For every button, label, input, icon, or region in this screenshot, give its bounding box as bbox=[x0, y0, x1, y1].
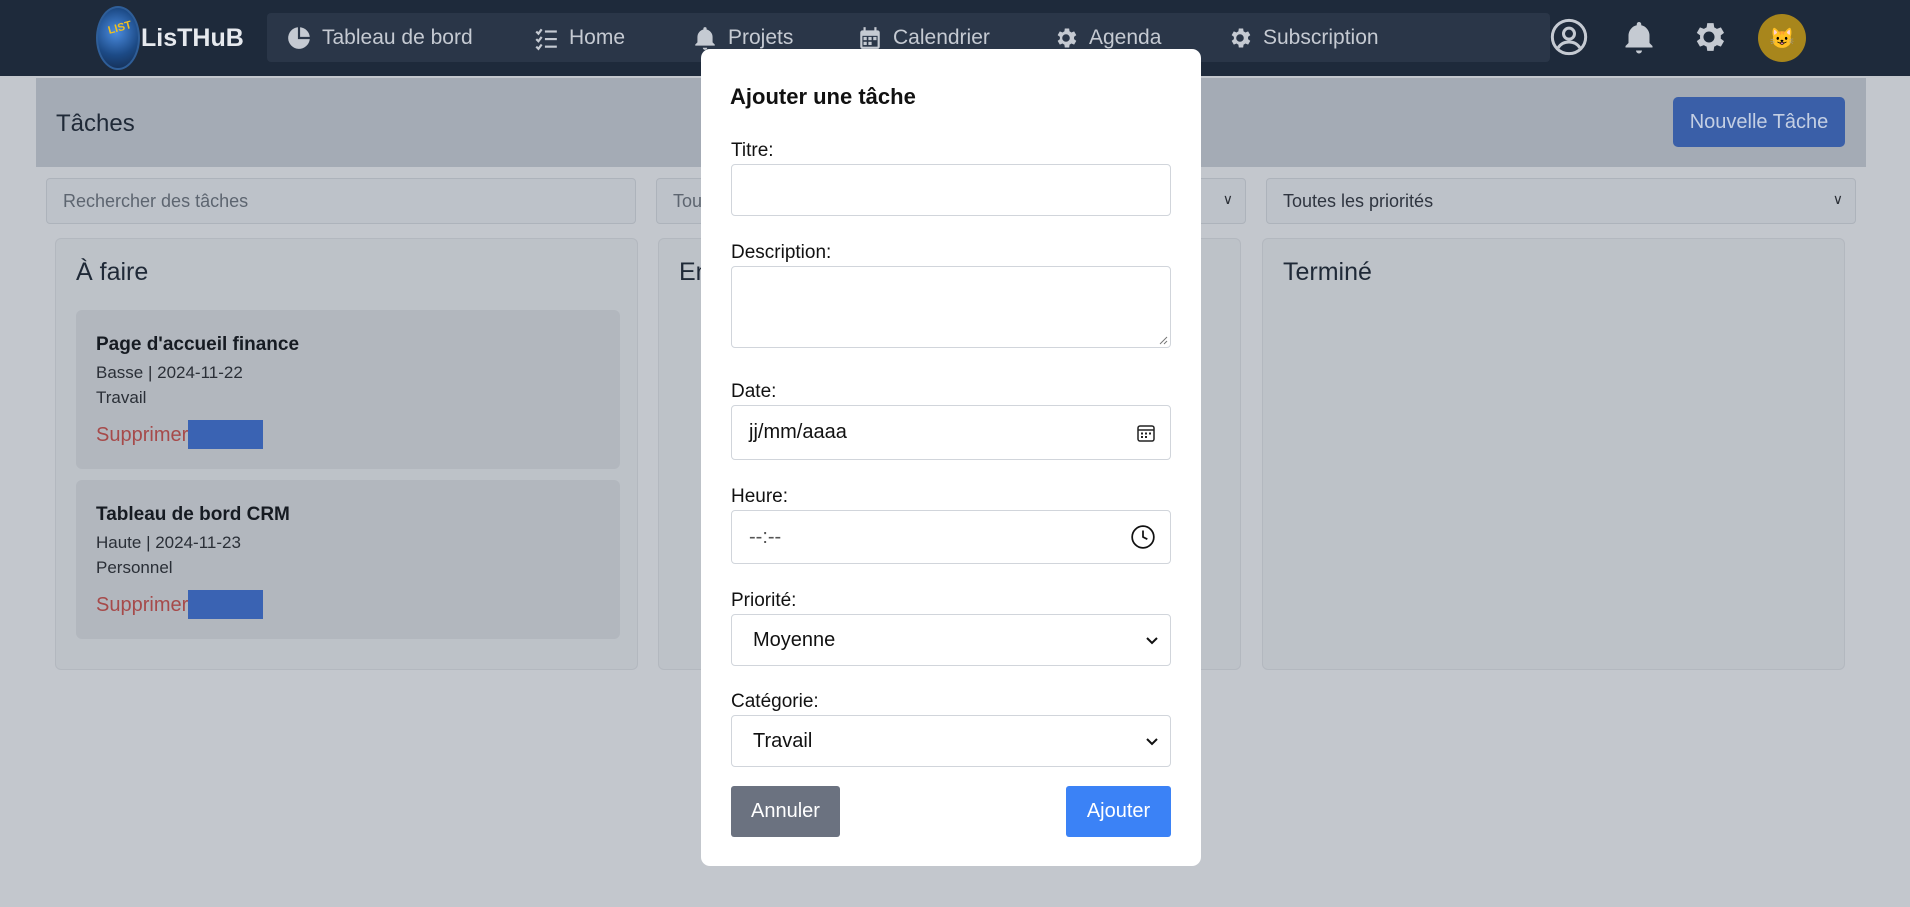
brand-name[interactable]: LisTHuB bbox=[141, 24, 244, 53]
edit-task-button[interactable] bbox=[188, 420, 263, 449]
title-input[interactable] bbox=[731, 164, 1171, 216]
user-circle-icon bbox=[1550, 18, 1588, 56]
avatar[interactable]: 😺 bbox=[1758, 14, 1806, 62]
priority-filter-value: Toutes les priorités bbox=[1283, 190, 1434, 211]
category-value: Travail bbox=[753, 729, 813, 752]
nav-item-label: Tableau de bord bbox=[322, 25, 473, 49]
logo[interactable]: LIST bbox=[96, 6, 140, 70]
page-title: Tâches bbox=[56, 110, 135, 137]
date-input[interactable]: jj/mm/aaaa bbox=[731, 405, 1171, 460]
clock-icon[interactable] bbox=[1130, 524, 1156, 550]
category-select[interactable]: Travail bbox=[731, 715, 1171, 767]
edit-task-button[interactable] bbox=[188, 590, 263, 619]
chevron-down-icon bbox=[1146, 637, 1158, 645]
delete-task-link[interactable]: Supprimer bbox=[96, 594, 188, 617]
calendar-icon[interactable] bbox=[1136, 423, 1156, 443]
category-label: Catégorie: bbox=[731, 691, 819, 712]
priority-filter-select[interactable]: Toutes les priorités ∨ bbox=[1266, 178, 1856, 224]
avatar-glyph: 😺 bbox=[1769, 27, 1795, 50]
logo-text: LIST bbox=[106, 19, 133, 37]
nav-item-label: Calendrier bbox=[893, 25, 990, 49]
search-placeholder: Rechercher des tâches bbox=[63, 190, 249, 211]
task-meta: Basse | 2024-11-22 bbox=[96, 363, 243, 382]
task-category: Travail bbox=[96, 388, 147, 407]
bell-icon bbox=[695, 26, 715, 50]
status-filter-value: Tou bbox=[673, 190, 703, 211]
date-label: Date: bbox=[731, 381, 777, 402]
add-button[interactable]: Ajouter bbox=[1066, 786, 1171, 837]
chevron-down-icon: ∨ bbox=[1832, 191, 1843, 207]
nav-item-tableau-de-bord[interactable]: Tableau de bord bbox=[286, 13, 473, 62]
description-textarea[interactable] bbox=[731, 266, 1171, 348]
chevron-down-icon bbox=[1146, 738, 1158, 746]
time-placeholder: --:-- bbox=[749, 525, 782, 548]
task-title: Tableau de bord CRM bbox=[96, 504, 290, 525]
cancel-button[interactable]: Annuler bbox=[731, 786, 840, 837]
pie-chart-icon bbox=[288, 26, 310, 49]
description-label: Description: bbox=[731, 242, 832, 263]
modal-title: Ajouter une tâche bbox=[730, 84, 916, 109]
checklist-icon bbox=[535, 28, 557, 50]
nav-item-label: Projets bbox=[728, 25, 794, 49]
gear-icon bbox=[1696, 23, 1725, 51]
task-meta: Haute | 2024-11-23 bbox=[96, 533, 241, 552]
chevron-down-icon: ∨ bbox=[1222, 191, 1233, 207]
column-done bbox=[1262, 238, 1845, 670]
resize-handle-icon[interactable] bbox=[1158, 335, 1168, 345]
priority-select[interactable]: Moyenne bbox=[731, 614, 1171, 666]
search-input[interactable]: Rechercher des tâches bbox=[46, 178, 636, 224]
profile-button[interactable] bbox=[1548, 16, 1590, 58]
settings-button[interactable] bbox=[1688, 16, 1730, 58]
gear-icon bbox=[1231, 27, 1251, 48]
delete-task-link[interactable]: Supprimer bbox=[96, 424, 188, 447]
nav-item-label: Subscription bbox=[1263, 25, 1379, 49]
time-input[interactable]: --:-- bbox=[731, 510, 1171, 564]
nav-item-subscription[interactable]: Subscription bbox=[1227, 13, 1379, 62]
task-title: Page d'accueil finance bbox=[96, 334, 300, 355]
nav-item-label: Home bbox=[569, 25, 626, 49]
column-title-done: Terminé bbox=[1283, 258, 1372, 286]
gear-icon bbox=[1057, 27, 1077, 48]
bell-icon bbox=[1625, 22, 1653, 54]
task-category: Personnel bbox=[96, 558, 173, 577]
calendar-icon bbox=[860, 26, 880, 49]
title-label: Titre: bbox=[731, 140, 774, 161]
nav-item-label: Agenda bbox=[1089, 25, 1162, 49]
column-title-todo: À faire bbox=[76, 258, 149, 286]
priority-value: Moyenne bbox=[753, 628, 836, 651]
new-task-button[interactable]: Nouvelle Tâche bbox=[1673, 97, 1845, 147]
notifications-button[interactable] bbox=[1618, 16, 1660, 58]
priority-label: Priorité: bbox=[731, 590, 797, 611]
time-label: Heure: bbox=[731, 486, 789, 507]
nav-item-home[interactable]: Home bbox=[533, 13, 625, 62]
date-placeholder: jj/mm/aaaa bbox=[749, 421, 847, 443]
